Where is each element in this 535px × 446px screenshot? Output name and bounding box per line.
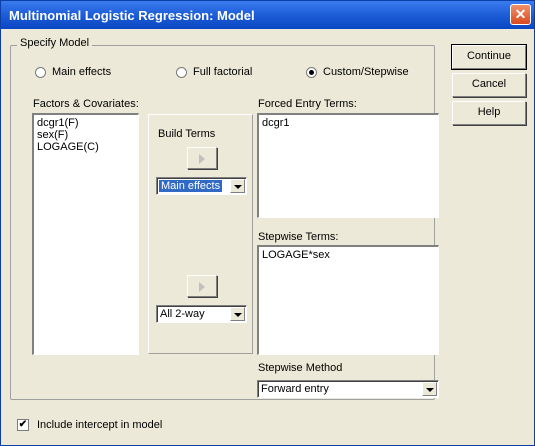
stepwise-method-label: Stepwise Method	[258, 362, 343, 374]
help-button[interactable]: Help	[452, 101, 526, 125]
forced-entry-label: Forced Entry Terms:	[258, 98, 357, 110]
close-button[interactable]: ✕	[510, 4, 531, 25]
radio-main-effects[interactable]: Main effects	[35, 66, 111, 78]
radio-indicator	[35, 66, 46, 78]
list-item[interactable]: dcgr1	[262, 117, 435, 129]
right-arrow-icon	[199, 282, 205, 292]
forced-entry-list[interactable]: dcgr1	[257, 113, 439, 218]
interaction-type-dropdown[interactable]: All 2-way	[156, 305, 247, 323]
radio-label: Main effects	[52, 66, 112, 78]
radio-indicator	[176, 66, 187, 78]
right-arrow-icon	[199, 154, 205, 164]
list-item[interactable]: sex(F)	[37, 129, 135, 141]
checkmark-icon: ✔	[17, 419, 29, 431]
close-icon: ✕	[514, 6, 527, 22]
list-item[interactable]: LOGAGE(C)	[37, 141, 135, 153]
add-stepwise-term-button[interactable]	[187, 275, 217, 297]
radio-indicator-selected	[306, 66, 317, 78]
stepwise-terms-label: Stepwise Terms:	[258, 231, 339, 243]
stepwise-terms-list[interactable]: LOGAGE*sex	[257, 245, 439, 355]
include-intercept-checkbox[interactable]: ✔ Include intercept in model	[17, 419, 162, 431]
chevron-down-icon[interactable]	[230, 307, 245, 321]
interaction-type-value: All 2-way	[160, 308, 205, 320]
radio-label: Full factorial	[193, 66, 253, 78]
include-intercept-label: Include intercept in model	[37, 419, 163, 431]
add-forced-term-button[interactable]	[187, 147, 217, 169]
dialog-window: Multinomial Logistic Regression: Model ✕…	[0, 0, 535, 446]
chevron-down-icon[interactable]	[422, 382, 437, 396]
title-bar[interactable]: Multinomial Logistic Regression: Model ✕	[1, 1, 534, 29]
radio-full-factorial[interactable]: Full factorial	[176, 66, 252, 78]
list-item[interactable]: LOGAGE*sex	[262, 249, 435, 261]
list-item[interactable]: dcgr1(F)	[37, 117, 135, 129]
factors-covariates-label: Factors & Covariates:	[33, 98, 139, 110]
factors-covariates-list[interactable]: dcgr1(F) sex(F) LOGAGE(C)	[32, 113, 139, 355]
stepwise-method-value: Forward entry	[261, 383, 329, 395]
term-type-value: Main effects	[159, 180, 223, 192]
window-title: Multinomial Logistic Regression: Model	[9, 8, 255, 23]
specify-model-label: Specify Model	[17, 37, 93, 49]
chevron-down-icon[interactable]	[230, 179, 245, 193]
cancel-button[interactable]: Cancel	[452, 73, 526, 97]
stepwise-method-dropdown[interactable]: Forward entry	[257, 380, 439, 398]
build-terms-label: Build Terms	[158, 128, 216, 140]
radio-label: Custom/Stepwise	[323, 66, 409, 78]
term-type-dropdown[interactable]: Main effects	[156, 177, 247, 195]
continue-button[interactable]: Continue	[451, 44, 527, 70]
radio-custom-stepwise[interactable]: Custom/Stepwise	[306, 66, 409, 78]
